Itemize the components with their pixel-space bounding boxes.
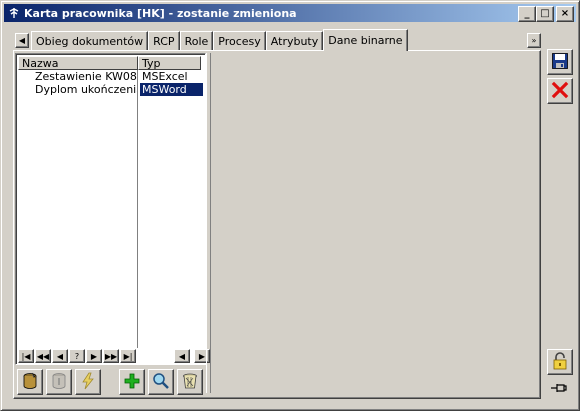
tab-label: Role xyxy=(184,34,209,48)
list-row[interactable]: Zestawienie KW08 MSExcel xyxy=(18,70,203,83)
question-icon: ? xyxy=(74,351,80,361)
delete-button[interactable] xyxy=(177,369,203,395)
rewind-icon: ◀◀ xyxy=(36,351,50,361)
column-divider xyxy=(137,70,138,348)
tab-obieg-dokumentow[interactable]: Obieg dokumentów xyxy=(31,31,149,50)
prev-record-button[interactable]: ◀ xyxy=(52,349,68,363)
tab-label: Procesy xyxy=(218,34,261,48)
next-page-button[interactable]: ▶▶ xyxy=(103,349,119,363)
double-chevron-right-icon: » xyxy=(531,36,537,45)
cell-name: Dyplom ukończenia k xyxy=(35,83,137,96)
tab-rcp[interactable]: RCP xyxy=(148,31,180,50)
add-button[interactable] xyxy=(119,369,145,395)
cell-type: MSWord xyxy=(140,83,203,96)
column-header-nazwa[interactable]: Nazwa xyxy=(18,56,138,70)
prev-icon: ◀ xyxy=(56,351,64,361)
column-header-label: Nazwa xyxy=(22,57,59,70)
minimize-icon: _ xyxy=(524,8,530,19)
tab-label: Dane binarne xyxy=(328,34,403,47)
last-icon: ▶| xyxy=(123,351,133,361)
lock-button[interactable] xyxy=(547,349,573,375)
save-to-database-button[interactable] xyxy=(46,369,72,395)
database-disabled-icon xyxy=(50,372,68,393)
cancel-icon xyxy=(551,81,569,102)
cell-type: MSExcel xyxy=(142,70,188,83)
minimize-button[interactable]: _ xyxy=(518,6,536,22)
last-record-button[interactable]: ▶| xyxy=(120,349,136,363)
first-icon: |◀ xyxy=(21,351,31,361)
fast-forward-icon: ▶▶ xyxy=(104,351,118,361)
unlock-icon xyxy=(551,351,569,373)
save-button[interactable] xyxy=(547,49,573,75)
next-record-button[interactable]: ▶ xyxy=(86,349,102,363)
pin-button[interactable] xyxy=(547,377,571,401)
tab-label: Obieg dokumentów xyxy=(36,34,144,48)
query-button[interactable]: ? xyxy=(69,349,85,363)
save-icon xyxy=(551,52,569,73)
first-record-button[interactable]: |◀ xyxy=(18,349,34,363)
scroll-right-icon: ▶ xyxy=(198,351,206,361)
title-bar[interactable]: Karta pracownika [HK] - zostanie zmienio… xyxy=(4,4,576,22)
column-header-typ[interactable]: Typ xyxy=(138,56,201,70)
window-title: Karta pracownika [HK] - zostanie zmienio… xyxy=(24,6,297,20)
panel-splitter[interactable] xyxy=(206,53,211,393)
maximize-icon: □ xyxy=(540,8,550,19)
next-icon: ▶ xyxy=(90,351,98,361)
record-navigator: |◀ ◀◀ ◀ ? ▶ ▶▶ ▶| xyxy=(18,349,137,363)
tab-procesy[interactable]: Procesy xyxy=(213,31,266,50)
tab-label: RCP xyxy=(153,34,175,48)
tab-atrybuty[interactable]: Atrybuty xyxy=(265,31,324,50)
tab-role[interactable]: Role xyxy=(179,31,214,50)
execute-button[interactable] xyxy=(75,369,101,395)
chevron-left-icon: ◀ xyxy=(18,36,26,45)
prev-page-button[interactable]: ◀◀ xyxy=(35,349,51,363)
scroll-left-button[interactable]: ◀ xyxy=(174,349,190,363)
search-icon xyxy=(152,372,170,393)
tab-strip: Obieg dokumentów RCP Role Procesy Atrybu… xyxy=(31,29,408,51)
search-button[interactable] xyxy=(148,369,174,395)
maximize-button[interactable]: □ xyxy=(536,6,554,22)
pin-icon xyxy=(550,381,568,398)
column-header-label: Typ xyxy=(142,57,161,70)
tree-icon xyxy=(7,6,21,20)
tab-label: Atrybuty xyxy=(270,34,319,48)
tab-dane-binarne[interactable]: Dane binarne xyxy=(323,29,408,51)
add-icon xyxy=(123,372,141,393)
close-button[interactable]: × xyxy=(556,6,574,22)
cancel-button[interactable] xyxy=(547,78,573,104)
tab-scroll-left-button[interactable]: ◀ xyxy=(15,33,29,48)
database-icon xyxy=(21,372,39,393)
binary-data-list[interactable]: Nazwa Typ Zestawienie KW08 MSExcel Dyplo… xyxy=(15,53,210,365)
trash-icon xyxy=(181,372,199,393)
tab-scroll-right-button[interactable]: » xyxy=(527,33,541,48)
load-from-database-button[interactable] xyxy=(17,369,43,395)
list-row-selected[interactable]: Dyplom ukończenia k MSWord xyxy=(18,83,203,96)
close-icon: × xyxy=(560,8,570,19)
cell-name: Zestawienie KW08 xyxy=(35,70,137,83)
scroll-left-icon: ◀ xyxy=(178,351,186,361)
lightning-icon xyxy=(79,372,97,393)
